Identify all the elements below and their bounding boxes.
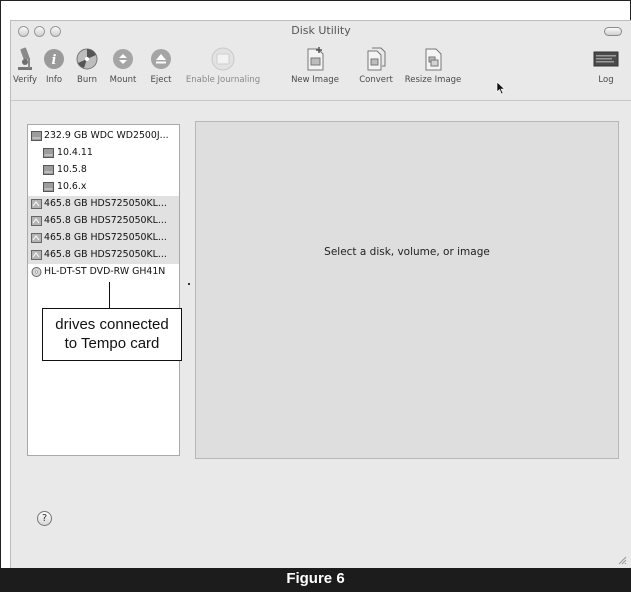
list-item[interactable]: 10.5.8 bbox=[28, 162, 179, 179]
disk-label: 465.8 GB HDS725050KL... bbox=[44, 249, 167, 260]
disk-label: 232.9 GB WDC WD2500J... bbox=[44, 130, 169, 141]
log-icon bbox=[593, 51, 619, 67]
convert-label: Convert bbox=[359, 75, 393, 85]
help-button[interactable]: ? bbox=[37, 511, 52, 526]
eject-icon bbox=[151, 49, 171, 69]
toolbar-toggle-button[interactable] bbox=[604, 27, 622, 36]
figure-caption-bar: Figure 6 bbox=[0, 568, 631, 592]
resize-image-button[interactable]: Resize Image bbox=[401, 43, 465, 99]
volume-label: 10.6.x bbox=[57, 181, 87, 192]
list-item[interactable]: 10.6.x bbox=[28, 179, 179, 196]
volume-label: 10.4.11 bbox=[57, 147, 93, 158]
new-image-label: New Image bbox=[291, 75, 339, 85]
log-label: Log bbox=[598, 75, 614, 85]
disk-label: 465.8 GB HDS725050KL... bbox=[44, 215, 167, 226]
list-item[interactable]: 10.4.11 bbox=[28, 145, 179, 162]
burn-label: Burn bbox=[77, 75, 97, 85]
mouse-pointer-icon bbox=[496, 81, 506, 95]
resize-grip-icon[interactable] bbox=[618, 556, 627, 565]
external-disk-icon bbox=[31, 233, 42, 243]
eject-label: Eject bbox=[150, 75, 172, 85]
device-list[interactable]: 232.9 GB WDC WD2500J... 10.4.11 10.5.8 1… bbox=[27, 124, 180, 456]
info-icon: i bbox=[44, 49, 64, 69]
figure-label: Figure 6 bbox=[286, 570, 345, 587]
callout-line-1: drives connected bbox=[55, 316, 169, 333]
mount-label: Mount bbox=[109, 75, 137, 85]
callout-line-2: to Tempo card bbox=[64, 335, 160, 352]
external-disk-icon bbox=[31, 250, 42, 260]
detail-pane: Select a disk, volume, or image bbox=[195, 121, 619, 459]
new-image-button[interactable]: New Image bbox=[286, 43, 344, 99]
volume-label: 10.5.8 bbox=[57, 164, 87, 175]
list-item[interactable]: 465.8 GB HDS725050KL... bbox=[28, 213, 179, 230]
empty-state-message: Select a disk, volume, or image bbox=[324, 246, 490, 258]
callout-box: drives connected to Tempo card bbox=[42, 308, 182, 361]
window-title: Disk Utility bbox=[291, 24, 351, 37]
convert-button[interactable]: Convert bbox=[354, 43, 398, 99]
external-disk-icon bbox=[31, 199, 42, 209]
hard-disk-icon bbox=[31, 131, 42, 141]
list-item[interactable]: 465.8 GB HDS725050KL... bbox=[28, 230, 179, 247]
external-disk-icon bbox=[31, 216, 42, 226]
callout-line bbox=[109, 282, 110, 310]
enable-journaling-button[interactable]: Enable Journaling bbox=[181, 43, 265, 99]
journal-icon bbox=[211, 47, 235, 71]
disk-utility-window: Disk Utility Verify i Info Burn Mount Ej… bbox=[10, 20, 631, 569]
title-bar[interactable]: Disk Utility bbox=[11, 21, 631, 41]
enable-journaling-label: Enable Journaling bbox=[185, 75, 261, 85]
list-item[interactable]: 465.8 GB HDS725050KL... bbox=[28, 247, 179, 264]
burn-button[interactable]: Burn bbox=[72, 43, 102, 99]
convert-icon bbox=[367, 47, 386, 71]
resize-image-label: Resize Image bbox=[404, 75, 462, 85]
mount-icon bbox=[113, 49, 133, 69]
toolbar-divider bbox=[11, 100, 631, 101]
list-item[interactable]: 465.8 GB HDS725050KL... bbox=[28, 196, 179, 213]
resize-image-icon bbox=[425, 48, 442, 71]
burn-icon bbox=[76, 48, 98, 70]
verify-button[interactable]: Verify bbox=[8, 43, 42, 99]
optical-drive-icon bbox=[31, 267, 42, 277]
new-image-icon bbox=[307, 47, 324, 71]
volume-icon bbox=[43, 165, 54, 175]
list-item[interactable]: 232.9 GB WDC WD2500J... bbox=[28, 128, 179, 145]
eject-button[interactable]: Eject bbox=[146, 43, 176, 99]
volume-icon bbox=[43, 148, 54, 158]
figure-frame: Disk Utility Verify i Info Burn Mount Ej… bbox=[0, 0, 631, 569]
info-button[interactable]: i Info bbox=[39, 43, 69, 99]
log-button[interactable]: Log bbox=[591, 43, 621, 99]
svg-text:i: i bbox=[52, 53, 57, 68]
info-label: Info bbox=[45, 75, 63, 85]
disk-label: 465.8 GB HDS725050KL... bbox=[44, 198, 167, 209]
disk-label: 465.8 GB HDS725050KL... bbox=[44, 232, 167, 243]
mount-button[interactable]: Mount bbox=[106, 43, 140, 99]
optical-drive-label: HL-DT-ST DVD-RW GH41N bbox=[44, 266, 166, 277]
list-item[interactable]: HL-DT-ST DVD-RW GH41N bbox=[28, 264, 179, 281]
microscope-icon bbox=[18, 47, 32, 70]
volume-icon bbox=[43, 182, 54, 192]
split-view-handle[interactable] bbox=[188, 283, 190, 285]
verify-label: Verify bbox=[12, 75, 38, 85]
